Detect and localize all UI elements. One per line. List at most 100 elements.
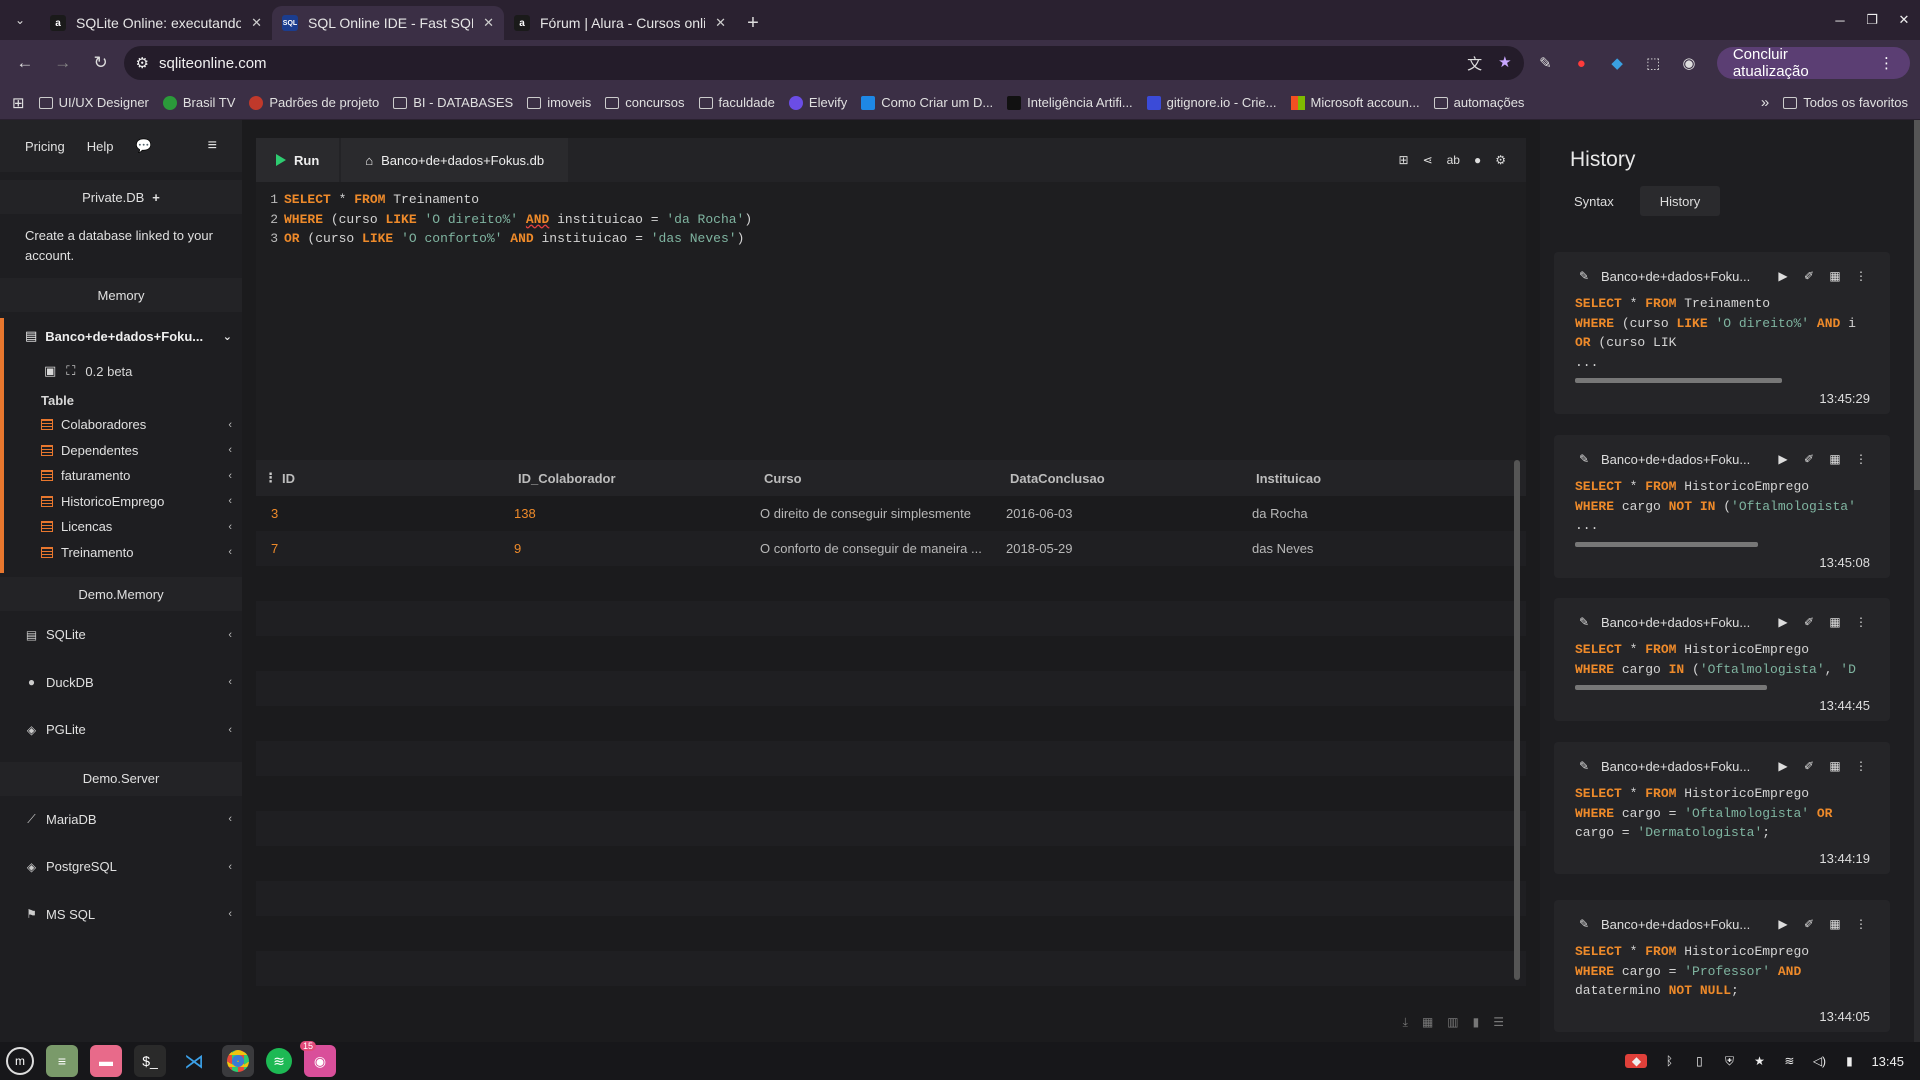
extension-icon[interactable]: ◆ [1603,49,1631,77]
table-cell[interactable]: 9 [508,541,754,556]
history-scrollbar[interactable] [1575,541,1758,547]
play-icon[interactable]: ▶ [1774,269,1792,283]
sql-code-editor[interactable]: 1 SELECT * FROM Treinamento 2 WHERE (curso… [256,182,1526,472]
close-tab-icon[interactable]: ✕ [483,15,494,31]
more-vertical-icon[interactable]: ⋮ [1852,452,1870,466]
clock[interactable]: 13:45 [1871,1054,1904,1069]
minimize-icon[interactable]: ─ [1824,0,1856,40]
table-cell[interactable]: O conforto de conseguir de maneira ... [754,541,1000,556]
spotify-app-icon[interactable]: ≋ [266,1048,292,1074]
schema-icon[interactable]: ⛶ [66,363,75,379]
more-vertical-icon[interactable]: ⋮ [1852,759,1870,773]
back-icon[interactable]: ← [10,48,40,78]
battery-icon[interactable]: ▮ [1841,1054,1857,1068]
column-header[interactable]: Curso [754,471,1000,486]
column-header[interactable]: Instituicao [1246,471,1492,486]
edit-icon[interactable]: ✐ [1800,269,1818,283]
save-icon[interactable]: ▣ [44,363,56,379]
browser-tab[interactable]: a Fórum | Alura - Cursos online ✕ [504,6,736,40]
pricing-link[interactable]: Pricing [25,139,65,154]
edit-icon[interactable]: ✐ [1800,917,1818,931]
table-cell[interactable]: 7 [256,541,508,556]
chevron-left-icon[interactable]: ‹ [228,495,232,507]
site-settings-icon[interactable]: ⚙ [136,54,149,72]
chevron-left-icon[interactable]: ‹ [228,419,232,431]
chart-view-icon[interactable]: ▥ [1447,1015,1458,1029]
run-button[interactable]: Run [256,138,340,182]
files-app-icon[interactable]: ▬ [90,1045,122,1077]
engine-sqlite[interactable]: ▤ SQLite ‹ [0,611,242,659]
play-icon[interactable]: ▶ [1774,452,1792,466]
grid-icon[interactable]: ▦ [1826,452,1844,466]
anydesk-icon[interactable]: ◆ [1625,1054,1648,1068]
chrome-app-icon[interactable] [222,1045,254,1077]
reload-icon[interactable]: ↻ [86,48,116,78]
bookmark[interactable]: UI/UX Designer [38,95,149,110]
history-entry[interactable]: ✎ Banco+de+dados+Foku... ▶ ✐ ▦ ⋮ SELECT * FRO… [1554,742,1890,874]
spellcheck-icon[interactable]: ab [1447,153,1460,167]
chevron-left-icon[interactable]: ‹ [228,521,232,533]
close-window-icon[interactable]: ✕ [1888,0,1920,40]
all-bookmarks[interactable]: Todos os favoritos [1783,95,1908,110]
list-view-icon[interactable]: ☰ [1493,1015,1504,1029]
edit-icon[interactable]: ✐ [1800,759,1818,773]
vscode-app-icon[interactable]: ⋊ [178,1045,210,1077]
history-scrollbar-track[interactable] [1914,120,1920,1042]
camera-app-icon[interactable]: 15 ◉ [300,1041,336,1077]
history-entry[interactable]: ✎ Banco+de+dados+Foku... ▶ ✐ ▦ ⋮ SELECT * FRO… [1554,598,1890,721]
grid-view-icon[interactable]: ▦ [1422,1015,1433,1029]
database-stack-icon[interactable]: ≡ [208,137,217,155]
tab-search-button[interactable]: ⌄ [0,0,40,40]
bookmark[interactable]: gitignore.io - Crie... [1146,95,1277,110]
pencil-icon[interactable]: ✎ [1575,615,1593,629]
tab-syntax[interactable]: Syntax [1554,186,1634,216]
menu-launcher-icon[interactable]: m [6,1047,34,1075]
more-vertical-icon[interactable]: ⋮ [1852,917,1870,931]
bookmark[interactable]: concursos [605,95,685,110]
bookmark[interactable]: Brasil TV [162,95,235,110]
table-cell[interactable]: 138 [508,506,754,521]
new-tab-button[interactable]: + [736,6,770,40]
column-header[interactable]: DataConclusao [1000,471,1246,486]
grid-icon[interactable]: ▦ [1826,917,1844,931]
clipboard-icon[interactable]: ▯ [1691,1054,1707,1068]
column-header[interactable]: ID [256,471,508,486]
bookmark[interactable]: faculdade [698,95,775,110]
close-tab-icon[interactable]: ✕ [715,15,726,31]
bookmark[interactable]: BI - DATABASES [393,95,513,110]
bookmark[interactable]: Como Criar um D... [861,95,993,110]
history-entry[interactable]: ✎ Banco+de+dados+Foku... ▶ ✐ ▦ ⋮ SELECT * FRO… [1554,435,1890,578]
history-entry[interactable]: ✎ Banco+de+dados+Foku... ▶ ✐ ▦ ⋮ SELECT * FRO… [1554,252,1890,414]
table-cell[interactable]: 3 [256,506,508,521]
engine-duckdb[interactable]: ● DuckDB ‹ [0,659,242,707]
volume-icon[interactable]: ◁) [1811,1054,1827,1068]
table-row[interactable]: 3 138 O direito de conseguir simplesmente 2… [256,496,1526,531]
add-icon[interactable]: + [152,190,160,205]
sidebar-table-item[interactable]: Treinamento ‹ [4,540,242,566]
book-icon[interactable]: ▮ [1473,1015,1480,1029]
table-cell[interactable]: das Neves [1246,541,1492,556]
edit-icon[interactable]: ✐ [1800,615,1818,629]
chevron-left-icon[interactable]: ‹ [228,546,232,558]
chevron-down-icon[interactable]: ⌄ [223,330,232,343]
column-header[interactable]: ID_Colaborador [508,471,754,486]
user-icon[interactable]: ● [1474,153,1481,167]
star-icon[interactable]: ★ [1751,1054,1767,1068]
table-row[interactable]: 79O conforto de conseguir de maneira ...… [256,531,1526,566]
pencil-icon[interactable]: ✎ [1575,917,1593,931]
profile-avatar[interactable]: ◉ [1675,49,1703,77]
bookmark-star-icon[interactable]: ★ [1498,53,1511,74]
bluetooth-icon[interactable]: ᛒ [1661,1054,1677,1068]
history-scroll-thumb[interactable] [1914,120,1920,490]
sidebar-table-item[interactable]: faturamento ‹ [4,463,242,489]
play-icon[interactable]: ▶ [1774,917,1792,931]
table-cell[interactable]: 2018-05-29 [1000,541,1246,556]
more-bookmarks-icon[interactable]: » [1761,94,1769,111]
sidebar-table-item[interactable]: HistoricoEmprego ‹ [4,489,242,515]
bookmark[interactable]: imoveis [527,95,591,110]
pencil-icon[interactable]: ✎ [1575,452,1593,466]
engine-mssql[interactable]: ⚑ MS SQL ‹ [0,891,242,939]
chat-icon[interactable]: 💬 [136,138,152,154]
extensions-puzzle-icon[interactable]: ⬚ [1639,49,1667,77]
bookmark[interactable]: Padrões de projeto [249,95,379,110]
